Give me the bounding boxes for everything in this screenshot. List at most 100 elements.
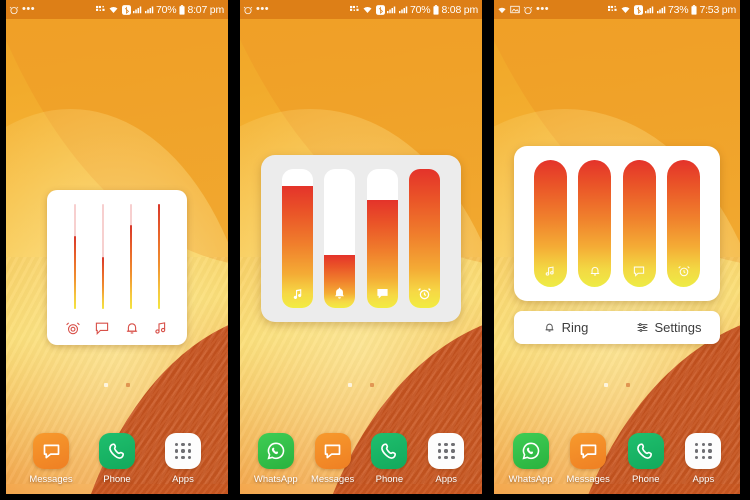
dock-item-phone[interactable]: Phone (619, 433, 673, 485)
phone-icon (371, 433, 408, 469)
settings-label: Settings (654, 320, 702, 335)
quick-action-bar: Ring Settings (514, 311, 720, 344)
dock: Messages Phone Apps (6, 433, 228, 485)
phone-1-screen: ••• 70% 8:07 pm Messages Phone Apps (6, 0, 228, 494)
dots-icon: ••• (22, 3, 36, 15)
music-icon (153, 320, 169, 336)
dock-item-messages[interactable]: Messages (561, 433, 615, 485)
dock-label: Apps (172, 474, 194, 485)
battery-icon (433, 4, 439, 15)
alarm-icon (9, 5, 19, 15)
ring-button[interactable]: Ring (514, 320, 617, 335)
volume-slider-notification[interactable] (366, 169, 398, 308)
volume-slider-notification[interactable] (102, 204, 104, 309)
bell-icon (543, 321, 556, 334)
music-icon (282, 286, 313, 301)
volume-slider-notification[interactable] (622, 160, 656, 287)
signal-sim1-icon (133, 5, 142, 14)
dock-item-apps[interactable]: Apps (156, 433, 210, 485)
page-indicator (6, 383, 228, 387)
dock-item-phone[interactable]: Phone (90, 433, 144, 485)
dock-label: Phone (375, 474, 404, 485)
bell-icon (324, 286, 355, 301)
dock-item-phone[interactable]: Phone (362, 433, 416, 485)
settings-sliders-icon (636, 321, 649, 334)
three-phone-comparison: ••• 70% 8:07 pm Messages Phone Apps ••• … (0, 0, 750, 500)
volume-panel[interactable] (261, 155, 461, 322)
volume-slider-alarm[interactable] (74, 204, 76, 309)
status-bar: ••• 70% 8:08 pm (240, 0, 482, 19)
nfc-icon (607, 5, 618, 14)
dock-item-apps[interactable]: Apps (676, 433, 730, 485)
bluetooth-icon (121, 4, 131, 15)
battery-icon (691, 4, 697, 15)
message-icon (623, 264, 656, 278)
volume-slider-alarm[interactable] (667, 160, 701, 287)
apps-grid-icon (428, 433, 465, 469)
message-icon (33, 433, 69, 469)
whatsapp-icon (512, 433, 549, 469)
phone-2-screen: ••• 70% 8:08 pm WhatsApp Messages Phone … (240, 0, 482, 494)
dock-item-messages[interactable]: Messages (24, 433, 78, 485)
dock-item-messages[interactable]: Messages (306, 433, 360, 485)
clock-time: 8:08 pm (441, 3, 478, 16)
bell-icon (124, 320, 140, 336)
volume-slider-alarm[interactable] (409, 169, 441, 308)
volume-icon-row (47, 315, 187, 345)
alarm-icon (243, 5, 253, 15)
phone-screenshot-2: ••• 70% 8:08 pm WhatsApp Messages Phone … (232, 0, 486, 500)
phone-screenshot-1: ••• 70% 8:07 pm Messages Phone Apps (0, 0, 232, 500)
bluetooth-icon (633, 4, 643, 15)
wifi-icon (620, 5, 631, 14)
dots-icon: ••• (256, 3, 270, 15)
page-indicator (494, 383, 740, 387)
dock-label: Phone (103, 474, 131, 485)
dock-item-whatsapp[interactable]: WhatsApp (249, 433, 303, 485)
dock-item-whatsapp[interactable]: WhatsApp (504, 433, 558, 485)
clock-time: 7:53 pm (699, 3, 736, 16)
signal-sim2-icon (144, 5, 154, 14)
volume-panel[interactable] (514, 146, 720, 301)
signal-sim1-icon (387, 5, 396, 14)
dock-label: Phone (632, 474, 660, 485)
ring-label: Ring (561, 320, 589, 335)
signal-sim2-icon (656, 5, 666, 14)
phone-icon (99, 433, 135, 469)
battery-percent: 70% (156, 3, 177, 16)
message-icon (314, 433, 351, 469)
apps-grid-icon (685, 433, 722, 469)
whatsapp-icon (257, 433, 294, 469)
wifi-icon (497, 6, 507, 14)
alarm-icon (667, 264, 700, 278)
bell-icon (578, 264, 611, 278)
message-icon (94, 320, 110, 336)
volume-slider-media[interactable] (281, 169, 313, 308)
status-bar: ••• 70% 8:07 pm (6, 0, 228, 19)
alarm-icon (409, 286, 440, 301)
dock-label: Messages (566, 474, 610, 485)
volume-slider-media[interactable] (158, 204, 160, 309)
message-icon (570, 433, 607, 469)
signal-sim2-icon (398, 5, 408, 14)
volume-slider-group (47, 190, 187, 315)
phone-icon (627, 433, 664, 469)
volume-slider-media[interactable] (533, 160, 567, 287)
wifi-icon (108, 5, 119, 14)
image-icon (510, 5, 520, 14)
dock-label: Messages (310, 474, 355, 485)
volume-slider-ringtone[interactable] (578, 160, 612, 287)
volume-panel[interactable] (47, 190, 187, 345)
dock-item-apps[interactable]: Apps (419, 433, 473, 485)
dock-label: Apps (692, 474, 715, 485)
dots-icon: ••• (536, 3, 550, 15)
settings-button[interactable]: Settings (617, 320, 720, 335)
dock-label: WhatsApp (508, 474, 553, 485)
dock: WhatsApp Messages Phone Apps (240, 433, 482, 485)
volume-slider-ringtone[interactable] (324, 169, 356, 308)
signal-sim1-icon (645, 5, 654, 14)
alarm-icon (523, 5, 533, 15)
battery-icon (179, 4, 185, 15)
status-bar: ••• 73% 7:53 pm (494, 0, 740, 19)
nfc-icon (95, 5, 106, 14)
volume-slider-ringtone[interactable] (130, 204, 132, 309)
